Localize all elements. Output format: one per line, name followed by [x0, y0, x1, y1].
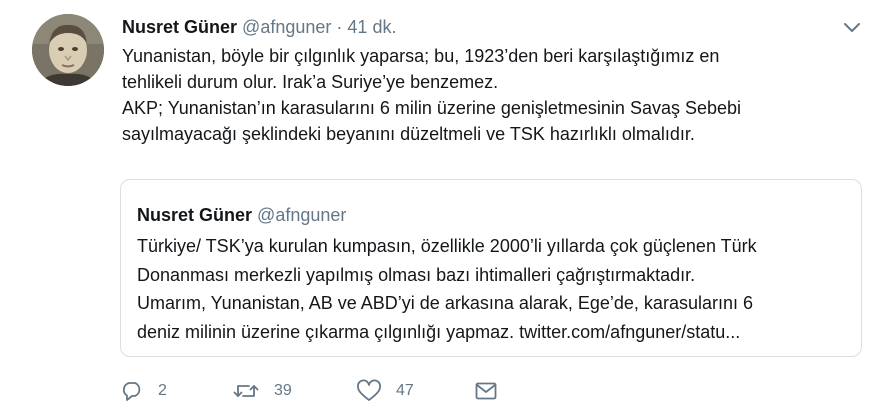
reply-icon: [120, 379, 144, 403]
retweet-count: 39: [274, 382, 292, 399]
like-count: 47: [396, 382, 414, 399]
retweet-icon: [232, 379, 260, 403]
direct-message-button[interactable]: [474, 376, 498, 406]
retweet-button[interactable]: 39: [232, 376, 292, 406]
tweet-text: Yunanistan, böyle bir çılgınlık yaparsa;…: [122, 43, 842, 147]
quoted-text-line: Türkiye/ TSK’ya kurulan kumpasın, özelli…: [137, 236, 757, 256]
quoted-author-handle: @afnguner: [257, 205, 347, 225]
envelope-icon: [474, 379, 498, 403]
quoted-tweet[interactable]: Nusret Güner @afnguner Türkiye/ TSK’ya k…: [120, 179, 862, 357]
author-name[interactable]: Nusret Güner: [122, 17, 237, 37]
reply-button[interactable]: 2: [120, 376, 167, 406]
quoted-text: Türkiye/ TSK’ya kurulan kumpasın, özelli…: [137, 232, 849, 346]
tweet-text-line: Yunanistan, böyle bir çılgınlık yaparsa;…: [122, 46, 720, 66]
chevron-down-icon[interactable]: [842, 20, 862, 36]
header-separator: ·: [336, 17, 343, 37]
reply-count: 2: [158, 382, 167, 399]
tweet-text-line: AKP; Yunanistan’ın karasularını 6 milin …: [122, 98, 742, 118]
avatar-photo: [32, 14, 104, 86]
tweet-text-line: sayılmayacağı şeklindeki beyanını düzelt…: [122, 124, 695, 144]
tweet-text-line: tehlikeli durum olur. Irak’a Suriye’ye b…: [122, 72, 499, 92]
quoted-text-line: Donanması merkezli yapılmış olması bazı …: [137, 264, 696, 285]
quoted-author-name: Nusret Güner: [137, 205, 253, 225]
tweet-header: Nusret Güner @afnguner · 41 dk.: [122, 15, 396, 39]
like-button[interactable]: 47: [356, 376, 414, 406]
action-bar: 2 39 47: [120, 376, 520, 406]
quoted-text-line: deniz milinin üzerine çıkarma çılgınlığı…: [137, 321, 741, 342]
heart-icon: [356, 379, 382, 403]
avatar[interactable]: [32, 14, 104, 86]
author-handle[interactable]: @afnguner: [242, 17, 331, 37]
tweet[interactable]: Nusret Güner @afnguner · 41 dk. Yunanist…: [0, 0, 880, 417]
quoted-header: Nusret Güner @afnguner: [137, 203, 346, 227]
tweet-timestamp[interactable]: 41 dk.: [347, 17, 396, 37]
quoted-text-line: Umarım, Yunanistan, AB ve ABD’yi de arka…: [137, 293, 753, 313]
